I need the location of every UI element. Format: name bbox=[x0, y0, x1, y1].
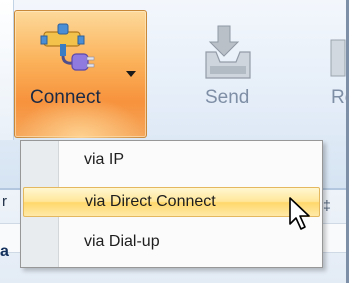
network-plug-icon bbox=[40, 23, 95, 71]
peek-text-left-bold: a bbox=[0, 243, 9, 260]
menu-item-via-ip[interactable]: via IP bbox=[23, 146, 320, 176]
send-tray-icon bbox=[205, 25, 251, 79]
menu-item-label: via IP bbox=[84, 151, 125, 168]
send-button[interactable]: Send bbox=[205, 87, 249, 109]
menu-item-label: via Direct Connect bbox=[85, 193, 216, 210]
toolbar-icon-partial bbox=[330, 39, 346, 77]
menu-item-label: via Dial-up bbox=[84, 233, 160, 250]
menu-item-via-dial-up[interactable]: via Dial-up bbox=[23, 228, 320, 258]
ribbon-left-edge bbox=[0, 0, 14, 140]
caret-down-icon[interactable] bbox=[126, 71, 136, 77]
peek-text-right: ‡ bbox=[323, 197, 331, 213]
mouse-pointer-icon bbox=[289, 197, 310, 230]
peek-text-left: r bbox=[2, 193, 7, 210]
connect-dropdown-menu: via IP via Direct Connect via Dial-up bbox=[20, 140, 323, 268]
toolbar-button-partial[interactable]: Re bbox=[331, 87, 349, 109]
menu-item-via-direct-connect[interactable]: via Direct Connect bbox=[23, 187, 320, 217]
connect-label: Connect bbox=[30, 87, 101, 108]
